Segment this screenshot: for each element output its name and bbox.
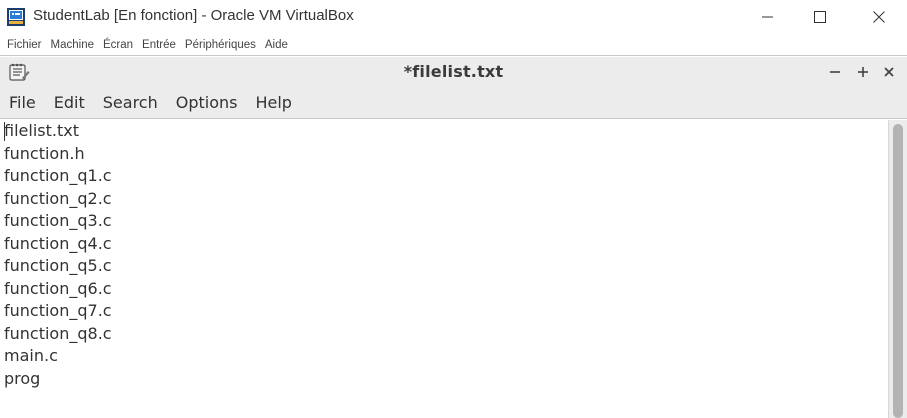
- text-editor-area[interactable]: filelist.txt function.h function_q1.c fu…: [0, 120, 888, 418]
- text-line: function_q2.c: [4, 188, 112, 208]
- text-line: function_q4.c: [4, 233, 112, 253]
- editor-menubar: File Edit Search Options Help: [0, 87, 907, 119]
- text-line: function_q7.c: [4, 301, 112, 320]
- text-line: function_q8.c: [4, 323, 112, 343]
- text-line: function_q3.c: [4, 211, 112, 230]
- host-menubar: Fichier Machine Écran Entrée Périphériqu…: [0, 34, 907, 56]
- close-icon: [873, 11, 885, 23]
- editor-titlebar: *filelist.txt: [0, 57, 907, 87]
- text-line: prog: [4, 368, 41, 388]
- maximize-icon: [814, 11, 826, 23]
- host-menu-peripheriques[interactable]: Périphériques: [185, 39, 256, 51]
- menu-help[interactable]: Help: [246, 93, 300, 112]
- vertical-scrollbar[interactable]: [888, 120, 907, 418]
- menu-search[interactable]: Search: [94, 93, 167, 112]
- text-line: main.c: [4, 346, 58, 365]
- text-line: filelist.txt: [4, 121, 79, 140]
- host-titlebar: StudentLab [En fonction] - Oracle VM Vir…: [0, 0, 907, 34]
- text-line: function_q5.c: [4, 256, 112, 275]
- text-cursor: [4, 122, 5, 141]
- menu-edit[interactable]: Edit: [45, 93, 94, 112]
- virtualbox-icon: [6, 7, 26, 27]
- text-line: function_q1.c: [4, 166, 112, 185]
- minimize-icon: [762, 11, 774, 23]
- editor-close-button[interactable]: [879, 62, 899, 82]
- host-menu-entree[interactable]: Entrée: [142, 39, 176, 51]
- host-minimize-button[interactable]: [745, 0, 791, 34]
- text-line: function_q6.c: [4, 278, 112, 298]
- scrollbar-thumb[interactable]: [893, 124, 903, 418]
- editor-minimize-button[interactable]: [825, 62, 845, 82]
- text-line: function.h: [4, 143, 85, 163]
- host-menu-ecran[interactable]: Écran: [103, 39, 133, 51]
- editor-maximize-button[interactable]: [853, 62, 873, 82]
- minimize-icon: [829, 63, 841, 82]
- host-maximize-button[interactable]: [797, 0, 843, 34]
- host-close-button[interactable]: [856, 0, 902, 34]
- editor-window-title: *filelist.txt: [403, 62, 504, 81]
- host-window-title: StudentLab [En fonction] - Oracle VM Vir…: [33, 7, 354, 24]
- close-icon: [883, 63, 895, 82]
- host-menu-machine[interactable]: Machine: [51, 39, 94, 51]
- menu-file[interactable]: File: [0, 93, 45, 112]
- menu-options[interactable]: Options: [167, 93, 247, 112]
- host-menu-fichier[interactable]: Fichier: [7, 39, 42, 51]
- maximize-icon: [857, 63, 869, 82]
- host-menu-aide[interactable]: Aide: [265, 39, 288, 51]
